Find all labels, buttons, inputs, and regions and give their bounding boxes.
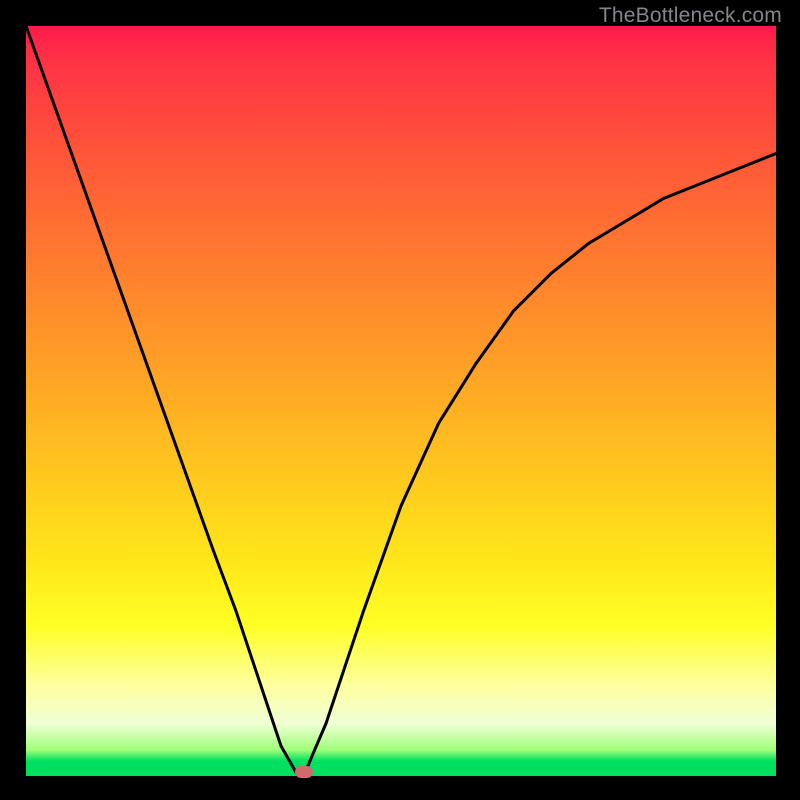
optimal-point-marker [295, 766, 313, 778]
chart-area [26, 26, 776, 776]
bottleneck-curve [26, 26, 776, 776]
watermark-text: TheBottleneck.com [599, 4, 782, 28]
